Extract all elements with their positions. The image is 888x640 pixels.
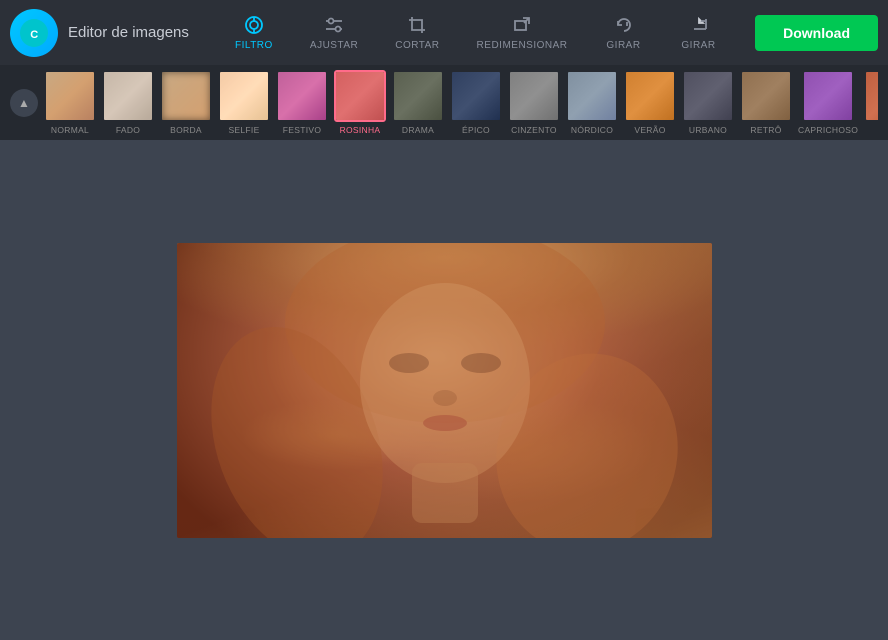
filter-item-verao[interactable]: VERÃO <box>624 70 676 135</box>
filter-item-urbano[interactable]: URBANO <box>682 70 734 135</box>
filter-name-cinzento: CINZENTO <box>511 125 557 135</box>
tool-girar-ccw[interactable]: GIRAR <box>589 8 659 57</box>
filter-thumb-nordico <box>566 70 618 122</box>
filter-item-selfie[interactable]: SELFIE <box>218 70 270 135</box>
filter-item-faded[interactable]: FADO <box>102 70 154 135</box>
filter-item-caprichoso[interactable]: CAPRICHOSO <box>798 70 858 135</box>
main-image <box>177 243 712 538</box>
filter-name-caprichoso: CAPRICHOSO <box>798 125 858 135</box>
filter-thumb-urbano <box>682 70 734 122</box>
canva-logo[interactable]: C <box>10 9 58 57</box>
filter-item-normal[interactable]: NORMAL <box>44 70 96 135</box>
rotate-ccw-icon <box>613 14 635 36</box>
filter-name-rosinha: ROSINHA <box>340 125 381 135</box>
filter-item-rosinha[interactable]: ROSINHA <box>334 70 386 135</box>
tool-girar-cw-label: GIRAR <box>681 40 715 51</box>
tool-redimensionar[interactable]: REDIMENSIONAR <box>461 8 584 57</box>
filter-thumb-img-selfie <box>220 72 268 120</box>
filter-thumb-verao <box>624 70 676 122</box>
nav-tools: FILTRO AJUSTAR CORTAR <box>219 8 745 57</box>
filter-name-nordico: NÓRDICO <box>571 125 613 135</box>
filter-item-festivo[interactable]: FESTIVO <box>276 70 328 135</box>
filter-name-normal: NORMAL <box>51 125 89 135</box>
filter-thumb-retro <box>740 70 792 122</box>
filter-strip-wrapper: ▲ NORMAL FADO BORDA SELFIE FESTIVO ROSINHA DRA… <box>0 65 888 140</box>
filter-name-verao: VERÃO <box>634 125 665 135</box>
filter-item-cali[interactable]: CALI <box>864 70 878 135</box>
download-button[interactable]: Download <box>755 15 878 51</box>
filter-item-retro[interactable]: RETRÔ <box>740 70 792 135</box>
resize-icon <box>511 14 533 36</box>
filter-thumb-normal <box>44 70 96 122</box>
filter-thumb-img-nordico <box>568 72 616 120</box>
filter-thumb-drama <box>392 70 444 122</box>
filter-thumb-faded <box>102 70 154 122</box>
app-title: Editor de imagens <box>68 24 189 41</box>
filter-item-nordico[interactable]: NÓRDICO <box>566 70 618 135</box>
filter-thumb-festivo <box>276 70 328 122</box>
tool-cortar-label: CORTAR <box>395 40 439 51</box>
filter-thumb-img-drama <box>394 72 442 120</box>
tool-ajustar[interactable]: AJUSTAR <box>294 8 374 57</box>
filter-strip: NORMAL FADO BORDA SELFIE FESTIVO ROSINHA DRAMA… <box>44 70 878 135</box>
filter-name-festivo: FESTIVO <box>283 125 321 135</box>
header: C Editor de imagens FILTRO <box>0 0 888 65</box>
filter-thumb-rosinha <box>334 70 386 122</box>
filter-thumb-cinzento <box>508 70 560 122</box>
filter-thumb-img-faded <box>104 72 152 120</box>
filter-thumb-img-festivo <box>278 72 326 120</box>
filter-thumb-caprichoso <box>802 70 854 122</box>
face-svg <box>177 243 712 538</box>
collapse-button[interactable]: ▲ <box>10 89 38 117</box>
filter-name-faded: FADO <box>116 125 140 135</box>
filter-thumb-cali <box>864 70 878 122</box>
tool-girar-ccw-label: GIRAR <box>606 40 640 51</box>
filter-thumb-selfie <box>218 70 270 122</box>
image-container <box>177 243 712 538</box>
filter-thumb-img-epico <box>452 72 500 120</box>
filter-item-drama[interactable]: DRAMA <box>392 70 444 135</box>
filter-name-epico: ÉPICO <box>462 125 490 135</box>
tool-redimensionar-label: REDIMENSIONAR <box>477 40 568 51</box>
filter-thumb-img-borda <box>162 72 210 120</box>
tool-cortar[interactable]: CORTAR <box>379 8 455 57</box>
canvas-area <box>0 140 888 640</box>
filter-thumb-img-caprichoso <box>804 72 852 120</box>
filter-thumb-img-retro <box>742 72 790 120</box>
filter-name-retro: RETRÔ <box>750 125 781 135</box>
filter-thumb-img-verao <box>626 72 674 120</box>
filter-thumb-img-urbano <box>684 72 732 120</box>
filter-thumb-borda <box>160 70 212 122</box>
svg-text:C: C <box>30 29 38 41</box>
tool-filtro-label: FILTRO <box>235 40 273 51</box>
tool-girar-cw[interactable]: GIRAR <box>664 8 734 57</box>
chevron-up-icon: ▲ <box>18 96 30 110</box>
filter-icon <box>243 14 265 36</box>
filter-thumb-img-normal <box>46 72 94 120</box>
tool-filtro[interactable]: FILTRO <box>219 8 289 57</box>
filter-thumb-img-rosinha <box>336 72 384 120</box>
filter-item-epico[interactable]: ÉPICO <box>450 70 502 135</box>
filter-thumb-img-cinzento <box>510 72 558 120</box>
filter-thumb-img-cali <box>866 72 878 120</box>
rotate-cw-icon <box>688 14 710 36</box>
filter-name-drama: DRAMA <box>402 125 434 135</box>
crop-icon <box>406 14 428 36</box>
tool-ajustar-label: AJUSTAR <box>310 40 358 51</box>
filter-item-cinzento[interactable]: CINZENTO <box>508 70 560 135</box>
filter-thumb-epico <box>450 70 502 122</box>
filter-name-borda: BORDA <box>170 125 202 135</box>
sliders-icon <box>323 14 345 36</box>
main-image-inner <box>177 243 712 538</box>
filter-name-urbano: URBANO <box>689 125 727 135</box>
filter-item-borda[interactable]: BORDA <box>160 70 212 135</box>
filter-name-selfie: SELFIE <box>228 125 259 135</box>
